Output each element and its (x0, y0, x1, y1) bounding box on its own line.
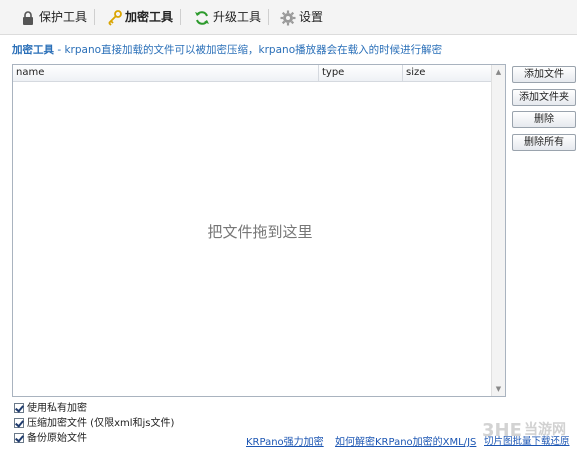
column-header-size[interactable]: size (403, 65, 493, 81)
toolbar-separator (94, 9, 95, 25)
tab-label: 升级工具 (213, 10, 262, 24)
gear-icon (280, 10, 296, 26)
option-private-encryption[interactable]: 使用私有加密 (14, 402, 87, 416)
option-backup-original[interactable]: 备份原始文件 (14, 432, 87, 446)
key-icon (106, 9, 122, 26)
file-list[interactable]: name type size ▲ ▼ 把文件拖到这里 (12, 64, 506, 397)
scroll-up-arrow-icon[interactable]: ▲ (493, 66, 504, 78)
tab-label: 保护工具 (39, 10, 88, 24)
tab-upgrade-tool[interactable]: 升级工具 (194, 7, 261, 27)
checkbox[interactable] (14, 403, 24, 413)
column-header-type[interactable]: type (319, 65, 403, 81)
refresh-icon (194, 10, 210, 26)
how-to-decrypt-link[interactable]: 如何解密KRPano加密的XML/JS (335, 433, 476, 448)
file-list-header: name type size (13, 65, 493, 82)
toolbar: 保护工具 加密工具 升级工具 设置 (0, 0, 577, 35)
option-label: 备份原始文件 (27, 433, 87, 444)
option-label: 使用私有加密 (27, 403, 87, 414)
add-folder-button[interactable]: 添加文件夹 (512, 89, 576, 106)
tab-encrypt-tool[interactable]: 加密工具 (106, 7, 173, 27)
checkbox[interactable] (14, 418, 24, 428)
description-title: 加密工具 (12, 44, 54, 56)
drop-hint: 把文件拖到这里 (207, 223, 313, 241)
lock-icon (20, 10, 36, 26)
option-compress-encrypted[interactable]: 压缩加密文件 (仅限xml和js文件) (14, 417, 174, 431)
toolbar-separator (180, 9, 181, 25)
tab-label: 设置 (299, 10, 324, 24)
delete-button[interactable]: 删除 (512, 111, 576, 128)
tab-settings[interactable]: 设置 (280, 7, 323, 27)
krpano-encrypt-link[interactable]: KRPano强力加密 (246, 433, 324, 448)
site-watermark-logo: 3HE 当游网 (480, 412, 576, 448)
add-file-button[interactable]: 添加文件 (512, 66, 576, 83)
tool-description: 加密工具 - krpano直接加载的文件可以被加密压缩，krpano播放器会在载… (12, 42, 442, 57)
checkbox[interactable] (14, 433, 24, 443)
tab-protect-tool[interactable]: 保护工具 (20, 7, 87, 27)
option-label: 压缩加密文件 (仅限xml和js文件) (27, 418, 175, 429)
watermark-text: 当游网 (524, 421, 566, 438)
svg-text:3HE: 3HE (482, 420, 522, 441)
column-header-name[interactable]: name (13, 65, 319, 81)
description-text: - krpano直接加载的文件可以被加密压缩，krpano播放器会在载入的时候进… (54, 44, 443, 56)
delete-all-button[interactable]: 删除所有 (512, 134, 576, 151)
toolbar-separator (268, 9, 269, 25)
tab-label: 加密工具 (125, 10, 174, 24)
scroll-down-arrow-icon[interactable]: ▼ (493, 383, 504, 395)
